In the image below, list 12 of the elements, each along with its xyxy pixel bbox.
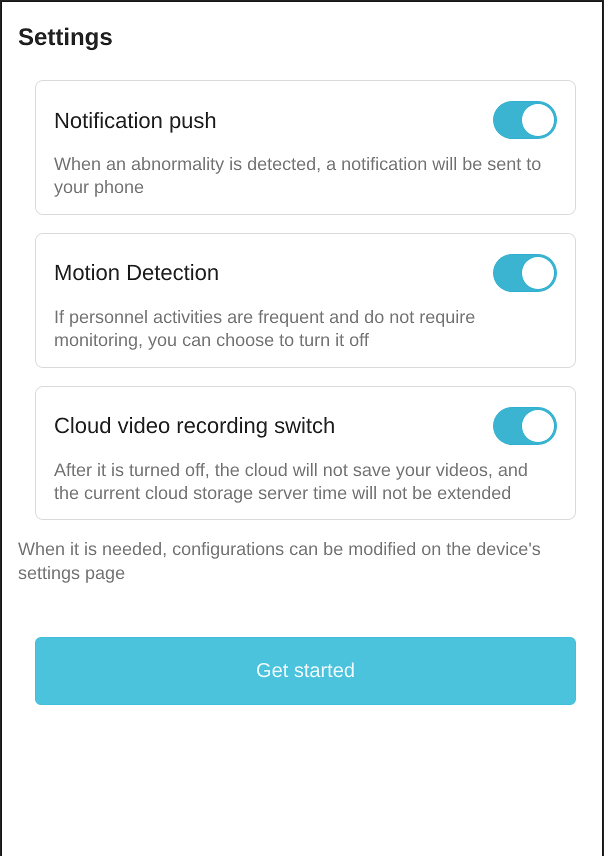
toggle-switch[interactable] xyxy=(493,101,557,139)
info-note: When it is needed, configurations can be modified on the device's settings page xyxy=(18,538,542,585)
page-title: Settings xyxy=(18,23,114,53)
setting-description: When an abnormality is detected, a notification will be sent to your phone xyxy=(54,153,542,200)
toggle-switch[interactable] xyxy=(493,406,557,445)
setting-description: After it is turned off, the cloud will not save your videos, and the current cloud storage server time will not be extended xyxy=(54,458,529,505)
setting-label: Notification push xyxy=(54,106,217,135)
toggle-switch[interactable] xyxy=(493,254,557,292)
setting-label: Cloud video recording switch xyxy=(54,412,336,440)
setting-description: If personnel activities are frequent and do not require monitoring, you can choose to turn it off xyxy=(54,306,476,352)
setting-label: Motion Detection xyxy=(54,259,220,288)
get-started-button[interactable]: Get started xyxy=(35,637,576,706)
